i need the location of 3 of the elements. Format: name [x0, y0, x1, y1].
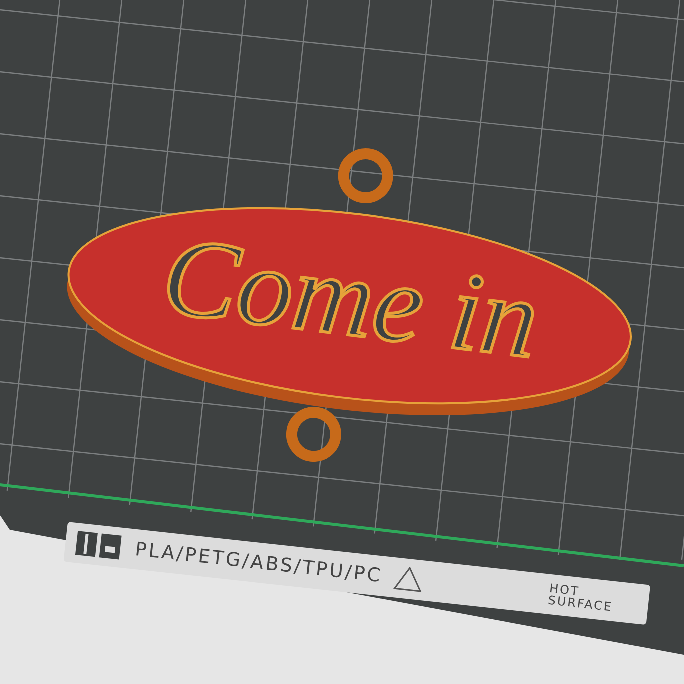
hot-surface-text: HOT SURFACE	[548, 582, 615, 616]
model-text: Come in	[156, 214, 546, 383]
logo-icon	[74, 530, 125, 562]
